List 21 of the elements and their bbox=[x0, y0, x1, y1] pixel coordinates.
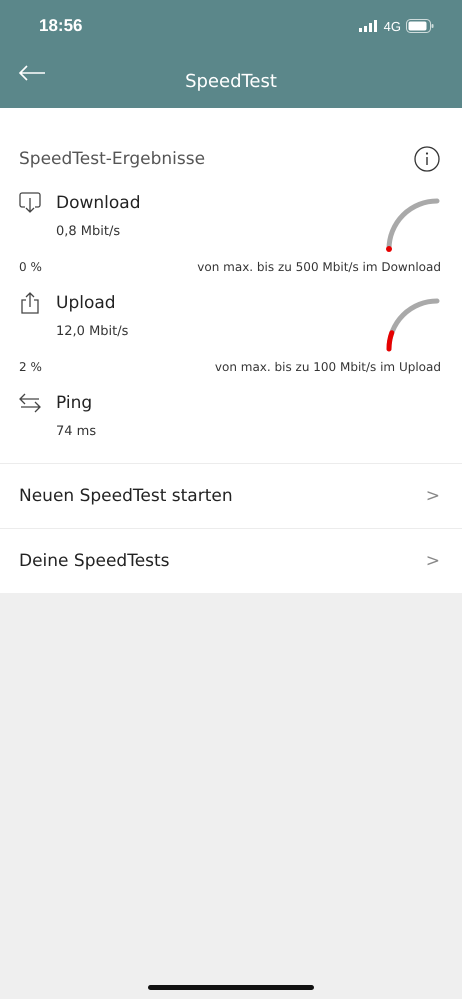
metric-value: 74 ms bbox=[55, 424, 96, 439]
download-icon bbox=[19, 192, 41, 214]
network-type: 4G bbox=[384, 18, 401, 34]
metric-label: Download bbox=[56, 193, 141, 213]
back-button[interactable] bbox=[18, 65, 46, 81]
upload-icon bbox=[19, 292, 41, 314]
metric-value: 12,0 Mbit/s bbox=[55, 324, 128, 339]
section-title: SpeedTest-Ergebnisse bbox=[19, 149, 206, 169]
max-speed-note: von max. bis zu 500 Mbit/s im Download bbox=[197, 260, 441, 274]
signal-icon bbox=[358, 20, 379, 32]
swap-arrows-icon bbox=[19, 392, 41, 414]
screen-title: SpeedTest bbox=[185, 70, 277, 92]
metric-value: 0,8 Mbit/s bbox=[55, 224, 122, 239]
max-speed-note: von max. bis zu 100 Mbit/s im Upload bbox=[214, 360, 441, 374]
metric-label: Ping bbox=[56, 393, 92, 413]
percent-value: 0 % bbox=[19, 260, 42, 274]
battery-icon bbox=[406, 19, 434, 33]
metric-label: Upload bbox=[56, 293, 116, 313]
status-time: 18:56 bbox=[39, 16, 82, 36]
info-icon[interactable] bbox=[414, 146, 440, 172]
percent-value: 2 % bbox=[19, 360, 42, 374]
